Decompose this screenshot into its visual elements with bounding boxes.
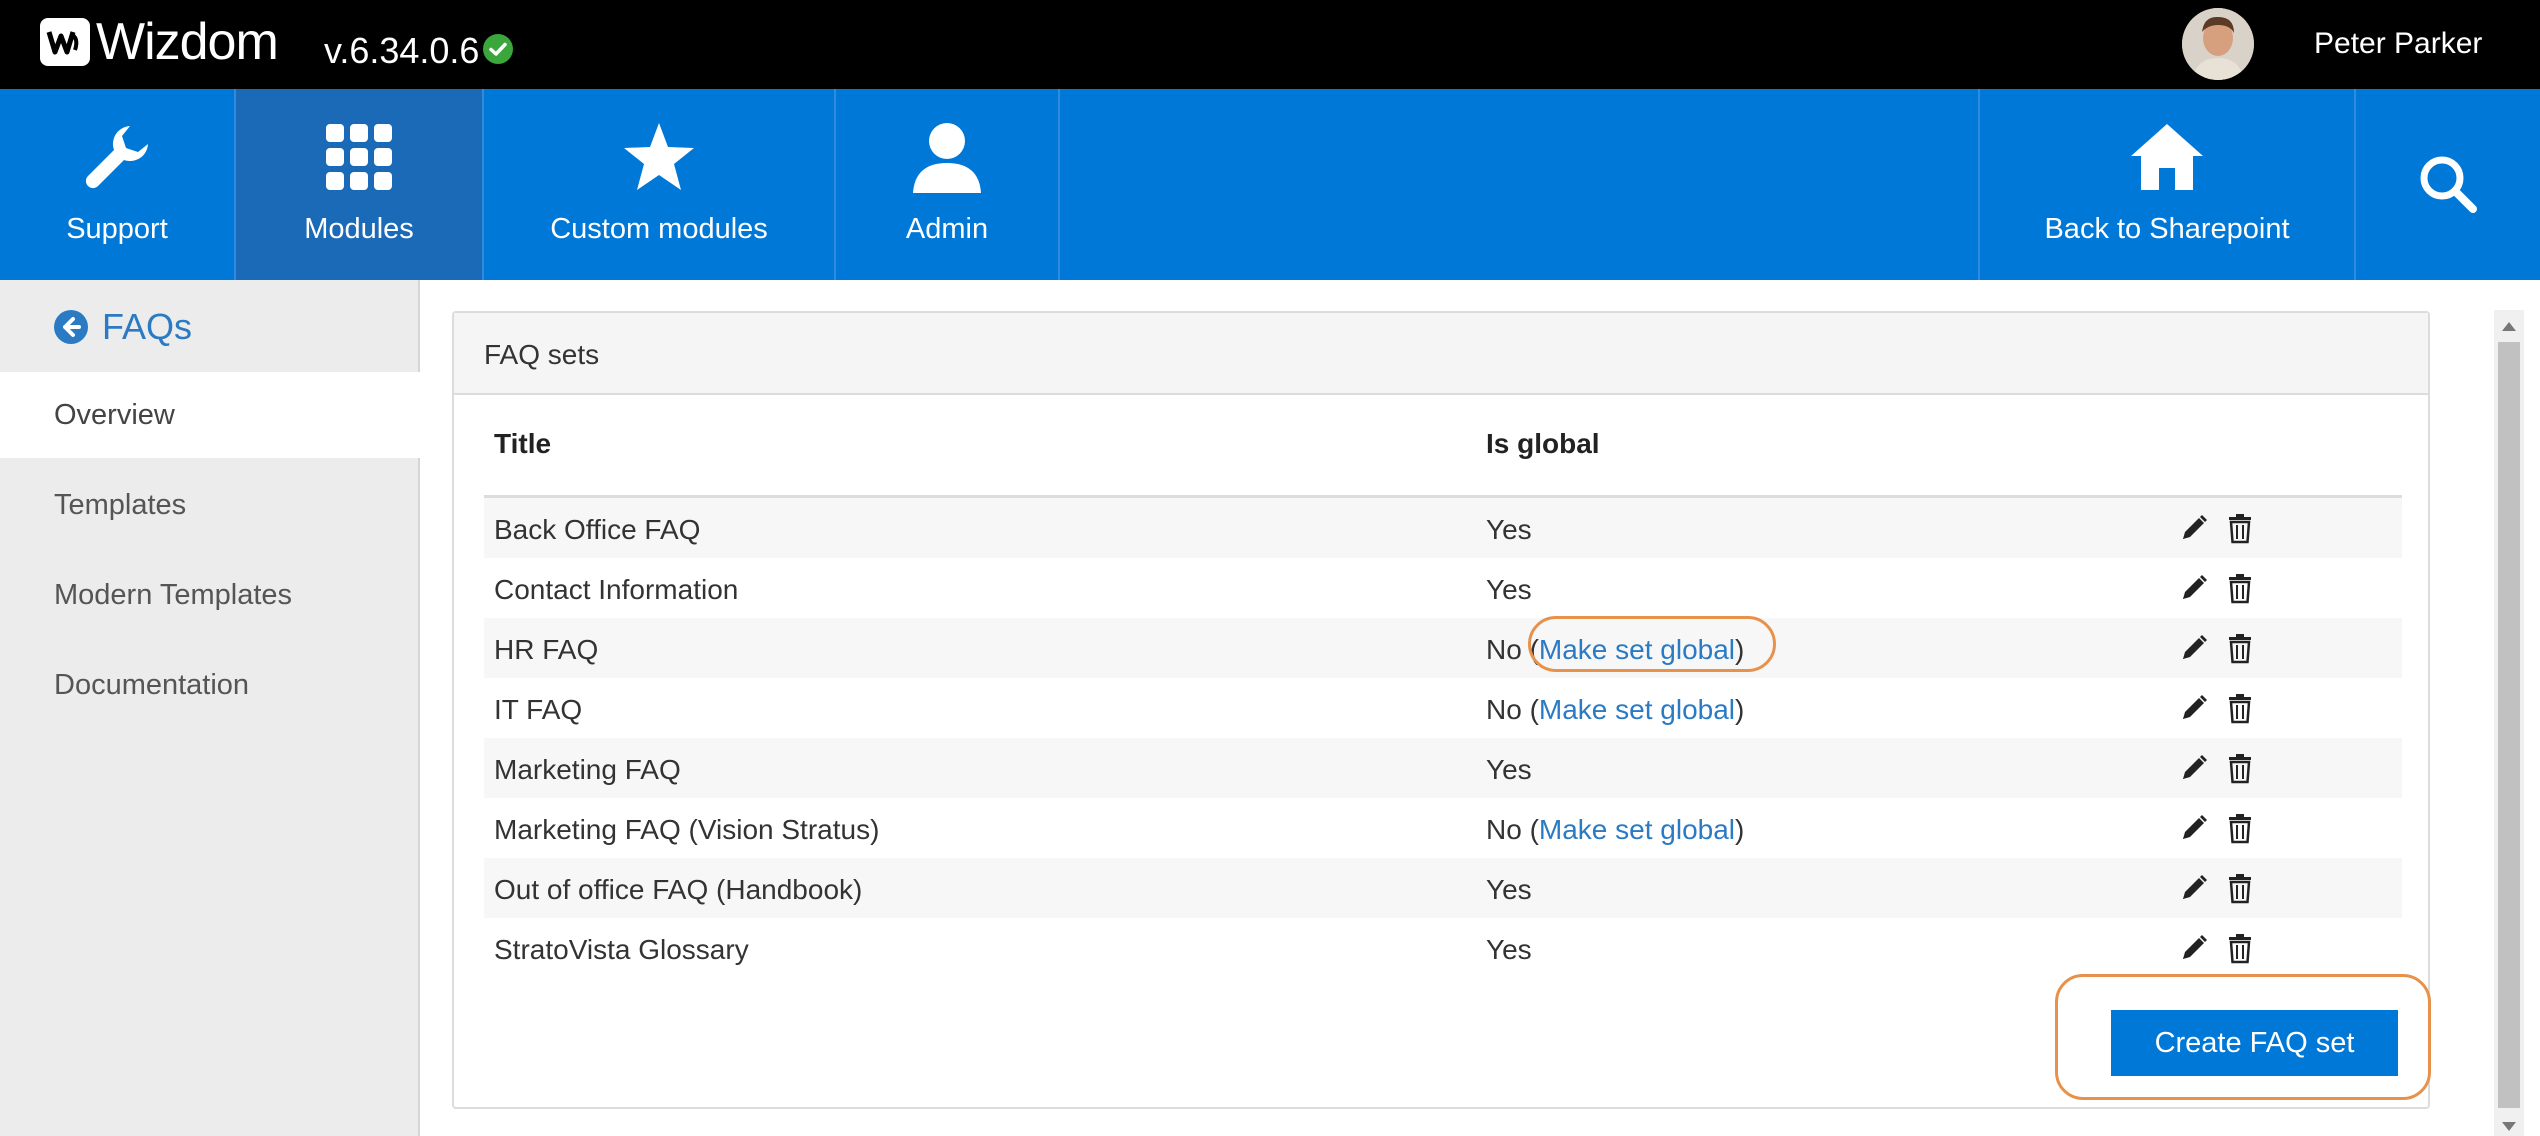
sidebar-title[interactable]: FAQs [54, 306, 192, 348]
faq-set-title: Marketing FAQ (Vision Stratus) [494, 814, 880, 845]
user-icon [907, 117, 987, 197]
delete-trash-icon[interactable] [2224, 872, 2256, 904]
sidebar-item-label: Modern Templates [54, 579, 293, 611]
table-row: Out of office FAQ (Handbook) Yes [484, 858, 2402, 918]
faq-set-title: IT FAQ [494, 694, 583, 725]
nav-back-to-sharepoint[interactable]: Back to Sharepoint [1980, 89, 2354, 280]
column-header-title: Title [494, 428, 552, 459]
home-icon [2127, 117, 2207, 197]
delete-trash-icon[interactable] [2224, 512, 2256, 544]
column-header-is-global: Is global [1486, 428, 1600, 459]
sidebar-item-label: Templates [54, 489, 187, 521]
is-global-cell: Yes [1486, 574, 1532, 606]
star-icon [619, 117, 699, 197]
delete-trash-icon[interactable] [2224, 752, 2256, 784]
main-nav: Support Modules Custom modules Admin Bac… [0, 89, 2540, 280]
sidebar-item-overview[interactable]: Overview [0, 372, 420, 458]
faq-sets-panel: FAQ sets Title Is global Back Office FAQ… [452, 311, 2431, 1109]
edit-pencil-icon[interactable] [2178, 932, 2210, 964]
is-global-cell: No (Make set global) [1486, 814, 1745, 845]
faq-set-title: StratoVista Glossary [494, 934, 749, 965]
is-global-value: No [1486, 814, 1522, 845]
is-global-value: No [1486, 634, 1522, 665]
highlight-ring [1528, 616, 1776, 672]
edit-pencil-icon[interactable] [2178, 752, 2210, 784]
back-arrow-icon [54, 310, 88, 344]
sidebar-item-label: Documentation [54, 669, 250, 701]
version-label: v.6.34.0.6 [324, 30, 480, 71]
table-row: Marketing FAQ Yes [484, 738, 2402, 798]
nav-modules-label: Modules [304, 213, 414, 245]
edit-pencil-icon[interactable] [2178, 512, 2210, 544]
table-row: Back Office FAQ Yes [484, 498, 2402, 558]
is-global-cell: Yes [1486, 874, 1532, 906]
wizdom-logo-icon [40, 18, 90, 66]
sidebar-item-templates[interactable]: Templates [0, 462, 420, 548]
edit-pencil-icon[interactable] [2178, 872, 2210, 904]
create-faq-set-button[interactable]: Create FAQ set [2111, 1010, 2398, 1076]
scroll-thumb[interactable] [2498, 342, 2520, 1108]
delete-trash-icon[interactable] [2224, 812, 2256, 844]
nav-back-label: Back to Sharepoint [2044, 213, 2290, 245]
nav-custom-modules[interactable]: Custom modules [484, 89, 834, 280]
nav-search[interactable] [2356, 89, 2540, 280]
top-bar: Wizdom v.6.34.0.6 Peter Parker [0, 0, 2540, 89]
delete-trash-icon[interactable] [2224, 572, 2256, 604]
faq-set-title: Marketing FAQ [494, 754, 681, 785]
table-row: StratoVista Glossary Yes [484, 918, 2402, 978]
is-global-value: Yes [1486, 574, 1532, 605]
nav-admin[interactable]: Admin [836, 89, 1058, 280]
panel-title: FAQ sets [484, 339, 600, 370]
faq-set-title: Contact Information [494, 574, 739, 605]
edit-pencil-icon[interactable] [2178, 632, 2210, 664]
delete-trash-icon[interactable] [2224, 632, 2256, 664]
is-global-cell: Yes [1486, 754, 1532, 786]
search-icon [2408, 144, 2488, 224]
nav-support-label: Support [66, 213, 168, 245]
table-row: HR FAQ No (Make set global) [484, 618, 2402, 678]
faq-set-title: Back Office FAQ [494, 514, 701, 545]
grid-icon [319, 117, 399, 197]
delete-trash-icon[interactable] [2224, 932, 2256, 964]
is-global-value: No [1486, 694, 1522, 725]
nav-divider [1058, 89, 1060, 280]
make-set-global-link[interactable]: Make set global [1539, 814, 1735, 845]
scroll-down-arrow[interactable] [2502, 1122, 2516, 1131]
edit-pencil-icon[interactable] [2178, 812, 2210, 844]
table-row: Marketing FAQ (Vision Stratus) No (Make s… [484, 798, 2402, 858]
faq-set-title: HR FAQ [494, 634, 599, 665]
sidebar-item-documentation[interactable]: Documentation [0, 642, 420, 728]
logo-text: Wizdom [96, 13, 279, 71]
wrench-icon [77, 117, 157, 197]
avatar[interactable] [2182, 8, 2254, 80]
table-row: IT FAQ No (Make set global) [484, 678, 2402, 738]
is-global-cell: Yes [1486, 514, 1532, 546]
faq-set-title: Out of office FAQ (Handbook) [494, 874, 863, 905]
nav-admin-label: Admin [905, 213, 989, 245]
panel-header: FAQ sets [454, 313, 2428, 395]
is-global-value: Yes [1486, 934, 1532, 965]
scrollbar[interactable] [2494, 310, 2524, 1136]
wizdom-logo[interactable]: Wizdom [40, 13, 279, 71]
make-set-global-link[interactable]: Make set global [1539, 694, 1735, 725]
sidebar-title-label: FAQs [102, 306, 193, 347]
edit-pencil-icon[interactable] [2178, 572, 2210, 604]
is-global-cell: No (Make set global) [1486, 694, 1745, 725]
delete-trash-icon[interactable] [2224, 692, 2256, 724]
table-row: Contact Information Yes [484, 558, 2402, 618]
sidebar: FAQs Overview Templates Modern Templates… [0, 280, 420, 1136]
is-global-value: Yes [1486, 874, 1532, 905]
is-global-value: Yes [1486, 754, 1532, 785]
is-global-cell: Yes [1486, 934, 1532, 966]
sidebar-item-modern-templates[interactable]: Modern Templates [0, 552, 420, 638]
sidebar-item-label: Overview [54, 399, 175, 431]
edit-pencil-icon[interactable] [2178, 692, 2210, 724]
user-name[interactable]: Peter Parker [2314, 27, 2482, 61]
check-circle-icon [483, 34, 513, 64]
scroll-up-arrow[interactable] [2502, 322, 2516, 331]
nav-modules[interactable]: Modules [236, 89, 482, 280]
nav-support[interactable]: Support [0, 89, 234, 280]
is-global-value: Yes [1486, 514, 1532, 545]
nav-custom-modules-label: Custom modules [550, 213, 768, 245]
